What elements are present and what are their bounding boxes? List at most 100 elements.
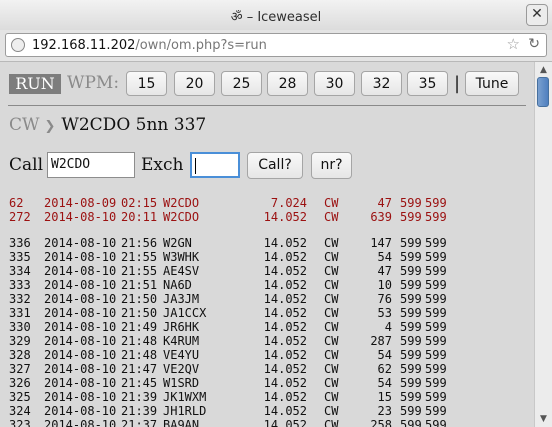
cell-rcvd: 147	[370, 236, 392, 250]
cell-call: JR6HK	[163, 320, 200, 334]
call-input[interactable]: W2CDO	[47, 152, 135, 178]
cell-time: 21:55	[121, 250, 158, 264]
cell-freq: 14.052	[263, 320, 307, 334]
cell-rcvd: 258	[370, 418, 392, 427]
cell-date: 2014-08-10	[44, 362, 117, 376]
vertical-scrollbar[interactable]: ▲ ▼	[534, 62, 552, 427]
cell-rcvd: 76	[377, 292, 392, 306]
cell-rcvd: 10	[377, 278, 392, 292]
cell-date: 2014-08-10	[44, 292, 117, 306]
cell-call: W3WHK	[163, 250, 200, 264]
cell-date: 2014-08-10	[44, 404, 117, 418]
cell-mode: CW	[324, 418, 339, 427]
cell-nr: 327	[9, 362, 31, 376]
cell-time: 21:39	[121, 404, 158, 418]
cell-freq: 14.052	[263, 264, 307, 278]
scrollbar-thumb[interactable]	[537, 77, 549, 107]
exch-input[interactable]	[190, 152, 240, 178]
text-caret	[195, 157, 196, 174]
cell-call: JA3JM	[163, 292, 200, 306]
cell-date: 2014-08-10	[44, 278, 117, 292]
cell-date: 2014-08-10	[44, 418, 117, 427]
cell-date: 2014-08-10	[44, 348, 117, 362]
cell-nr: 323	[9, 418, 31, 427]
cell-freq: 14.052	[263, 236, 307, 250]
site-identity-icon[interactable]	[11, 38, 25, 52]
scroll-down-icon[interactable]: ▼	[537, 412, 550, 426]
exch-label: Exch	[141, 155, 184, 175]
cell-rst-s: 599	[400, 404, 422, 418]
wpm-button-15[interactable]: 15	[126, 71, 167, 96]
cell-rst-s: 599	[400, 390, 422, 404]
breadcrumb: CW ❯ W2CDO 5nn 337	[9, 115, 206, 135]
log-row: 334 2014-08-10 21:55 AE4SV 14.052 CW 47 599 599	[9, 264, 529, 278]
cell-rst-r: 599	[425, 390, 447, 404]
cell-nr: 336	[9, 236, 31, 250]
log-row: 327 2014-08-10 21:47 VE2QV 14.052 CW 62 599 599	[9, 362, 529, 376]
wpm-button-28[interactable]: 28	[267, 71, 308, 96]
cell-rst-s: 599	[400, 278, 422, 292]
run-mode-badge[interactable]: RUN	[9, 74, 61, 94]
cell-rst-r: 599	[425, 278, 447, 292]
cell-freq: 14.052	[263, 250, 307, 264]
cell-rcvd: 4	[384, 320, 392, 334]
cell-call: JA1CCX	[163, 306, 207, 320]
wpm-button-30[interactable]: 30	[314, 71, 355, 96]
wpm-button-32[interactable]: 32	[361, 71, 402, 96]
cell-date: 2014-08-10	[44, 334, 117, 348]
cell-time: 21:39	[121, 390, 158, 404]
scroll-up-icon[interactable]: ▲	[537, 63, 550, 77]
reload-icon[interactable]: ↻	[528, 36, 540, 52]
wpm-button-20[interactable]: 20	[174, 71, 215, 96]
cell-rst-s: 599	[400, 376, 422, 390]
tune-button[interactable]: Tune	[465, 71, 519, 96]
cell-rst-r: 599	[425, 236, 447, 250]
cell-nr: 325	[9, 390, 31, 404]
cell-nr: 333	[9, 278, 31, 292]
cell-call: W2CDO	[163, 210, 200, 224]
cell-mode: CW	[324, 278, 339, 292]
cell-mode: CW	[324, 348, 339, 362]
cell-call: K4RUM	[163, 334, 200, 348]
cell-freq: 14.052	[263, 418, 307, 427]
cell-nr: 334	[9, 264, 31, 278]
cell-date: 2014-08-10	[44, 264, 117, 278]
cell-freq: 7.024	[270, 196, 307, 210]
cell-mode: CW	[324, 292, 339, 306]
cell-nr: 330	[9, 320, 31, 334]
wpm-button-35[interactable]: 35	[407, 71, 448, 96]
cell-rcvd: 47	[377, 264, 392, 278]
cell-time: 21:48	[121, 334, 158, 348]
window-titlebar: ॐ – Iceweasel ✕	[0, 0, 552, 31]
cell-time: 21:56	[121, 236, 158, 250]
cell-rcvd: 54	[377, 348, 392, 362]
log-row: 331 2014-08-10 21:50 JA1CCX 14.052 CW 53 599 599	[9, 306, 529, 320]
close-icon[interactable]: ✕	[526, 4, 548, 26]
breadcrumb-mode[interactable]: CW	[9, 115, 39, 135]
cell-rst-r: 599	[425, 418, 447, 427]
cell-rst-s: 599	[400, 418, 422, 427]
cell-mode: CW	[324, 334, 339, 348]
call-query-button[interactable]: Call?	[247, 152, 303, 179]
cell-mode: CW	[324, 236, 339, 250]
window-title: ॐ – Iceweasel	[230, 10, 322, 25]
call-label: Call	[9, 155, 44, 175]
cell-mode: CW	[324, 390, 339, 404]
page-content: RUN WPM: 15 20 25 28 30 32 35 | Tune CW ❯…	[0, 62, 534, 427]
url-path: /own/om.php?s=run	[135, 38, 267, 53]
cell-mode: CW	[324, 376, 339, 390]
cell-call: AE4SV	[163, 264, 200, 278]
cell-rst-s: 599	[400, 236, 422, 250]
cell-rst-s: 599	[400, 334, 422, 348]
cell-rst-r: 599	[425, 334, 447, 348]
log-row: 324 2014-08-10 21:39 JH1RLD 14.052 CW 23 599 599	[9, 404, 529, 418]
cell-rcvd: 54	[377, 250, 392, 264]
cell-rst-s: 599	[400, 196, 422, 210]
bookmark-star-icon[interactable]: ☆	[507, 35, 520, 53]
nr-query-button[interactable]: nr?	[311, 152, 352, 179]
url-bar[interactable]: 192.168.11.202/own/om.php?s=run ☆ ↻	[5, 33, 547, 57]
url-text[interactable]: 192.168.11.202/own/om.php?s=run	[32, 38, 267, 53]
wpm-button-25[interactable]: 25	[221, 71, 262, 96]
cell-time: 20:11	[121, 210, 158, 224]
cell-time: 21:48	[121, 348, 158, 362]
